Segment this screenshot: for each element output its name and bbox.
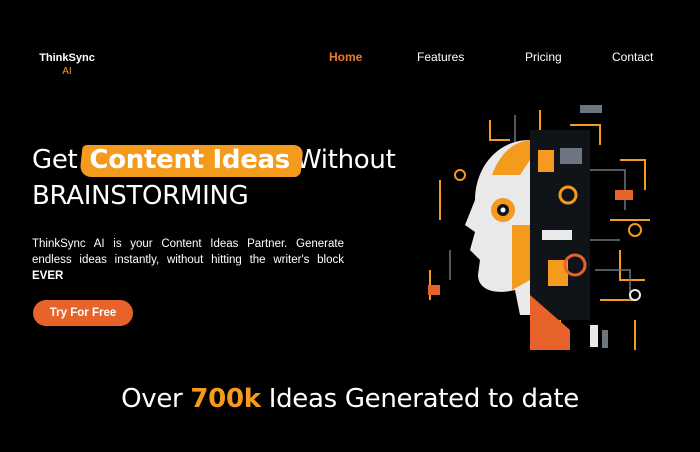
hero-description-text: ThinkSync AI is your Content Ideas Partn… [32,238,344,266]
hero-description: ThinkSync AI is your Content Ideas Partn… [32,236,344,284]
hero-title: Get Content Ideas Without BRAINSTORMING [32,142,396,214]
hero-title-highlight: Content Ideas [85,142,294,178]
brand-logo[interactable]: ThinkSync AI [32,52,102,78]
hero-title-post: Without [295,145,396,175]
ideas-generated-stat: Over 700k Ideas Generated to date [0,384,700,414]
hero-title-pre: Get [32,145,78,175]
nav-pricing[interactable]: Pricing [525,50,562,64]
stat-suffix: Ideas Generated to date [268,384,580,414]
brand-name: ThinkSync [39,52,95,64]
nav-features[interactable]: Features [417,50,464,64]
stat-prefix: Over [121,384,183,414]
stat-number: 700k [190,384,261,414]
brand-suffix: AI [62,66,72,77]
nav-contact[interactable]: Contact [612,50,653,64]
hero-description-emphasis: EVER [32,270,64,282]
nav-home[interactable]: Home [329,50,362,64]
ai-robot-head-icon [428,105,650,350]
try-for-free-button[interactable]: Try For Free [33,300,133,326]
hero-title-line2: BRAINSTORMING [32,181,249,211]
